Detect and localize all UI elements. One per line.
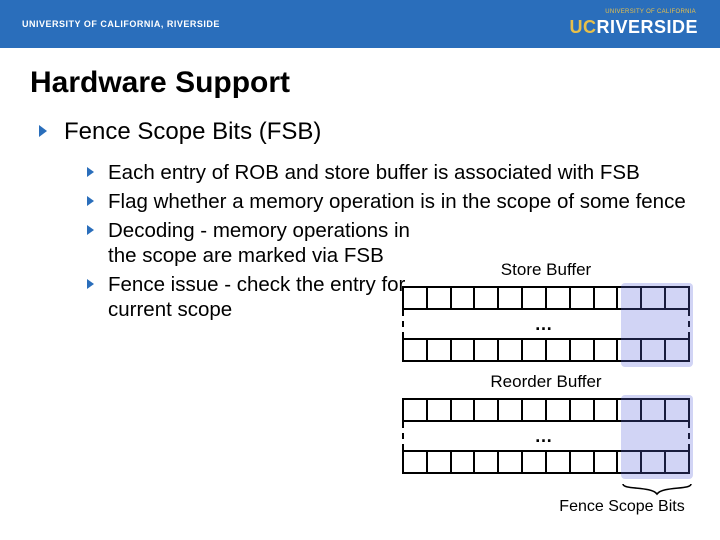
heading-fsb: Fence Scope Bits (FSB) — [64, 118, 321, 146]
chevron-right-icon — [86, 195, 96, 207]
chevron-right-icon — [86, 278, 96, 290]
buffer-diagram: Store Buffer … Reorder Buffer … — [402, 260, 690, 510]
university-name-left: UNIVERSITY OF CALIFORNIA, RIVERSIDE — [22, 19, 220, 29]
bullet-text: Decoding - memory operations in the scop… — [108, 218, 428, 268]
chevron-right-icon — [38, 124, 50, 138]
slide-title: Hardware Support — [30, 66, 690, 100]
bullet-text: Each entry of ROB and store buffer is as… — [108, 160, 640, 185]
bullet-text: Flag whether a memory operation is in th… — [108, 189, 686, 214]
bullet-level2: Each entry of ROB and store buffer is as… — [86, 160, 690, 185]
fsb-label: Fence Scope Bits — [542, 498, 702, 516]
store-buffer: … — [402, 286, 690, 364]
logo-riverside: RIVERSIDE — [596, 17, 698, 37]
store-buffer-label: Store Buffer — [402, 260, 690, 280]
logo-subtext: UNIVERSITY OF CALIFORNIA — [605, 9, 696, 15]
slide-content: Hardware Support Fence Scope Bits (FSB) … — [0, 48, 720, 540]
reorder-buffer: … — [402, 398, 690, 476]
ellipsis-icon: … — [535, 314, 558, 335]
buffer-row — [402, 450, 690, 474]
bullet-level1: Fence Scope Bits (FSB) — [38, 118, 690, 146]
buffer-gap: … — [402, 310, 690, 338]
reorder-buffer-label: Reorder Buffer — [402, 372, 690, 392]
chevron-right-icon — [86, 166, 96, 178]
ellipsis-icon: … — [535, 426, 558, 447]
logo-uc: UC — [569, 17, 596, 37]
buffer-row — [402, 286, 690, 310]
buffer-gap: … — [402, 422, 690, 450]
curly-brace-icon — [621, 482, 693, 496]
brace-wrap: Fence Scope Bits — [402, 480, 690, 510]
buffer-row — [402, 338, 690, 362]
header-bar: UNIVERSITY OF CALIFORNIA, RIVERSIDE UNIV… — [0, 0, 720, 48]
bullet-text: Fence issue - check the entry for curren… — [108, 272, 428, 322]
buffer-row — [402, 398, 690, 422]
logo: UNIVERSITY OF CALIFORNIA UCRIVERSIDE — [569, 11, 698, 38]
chevron-right-icon — [86, 224, 96, 236]
bullet-level2: Flag whether a memory operation is in th… — [86, 189, 690, 214]
